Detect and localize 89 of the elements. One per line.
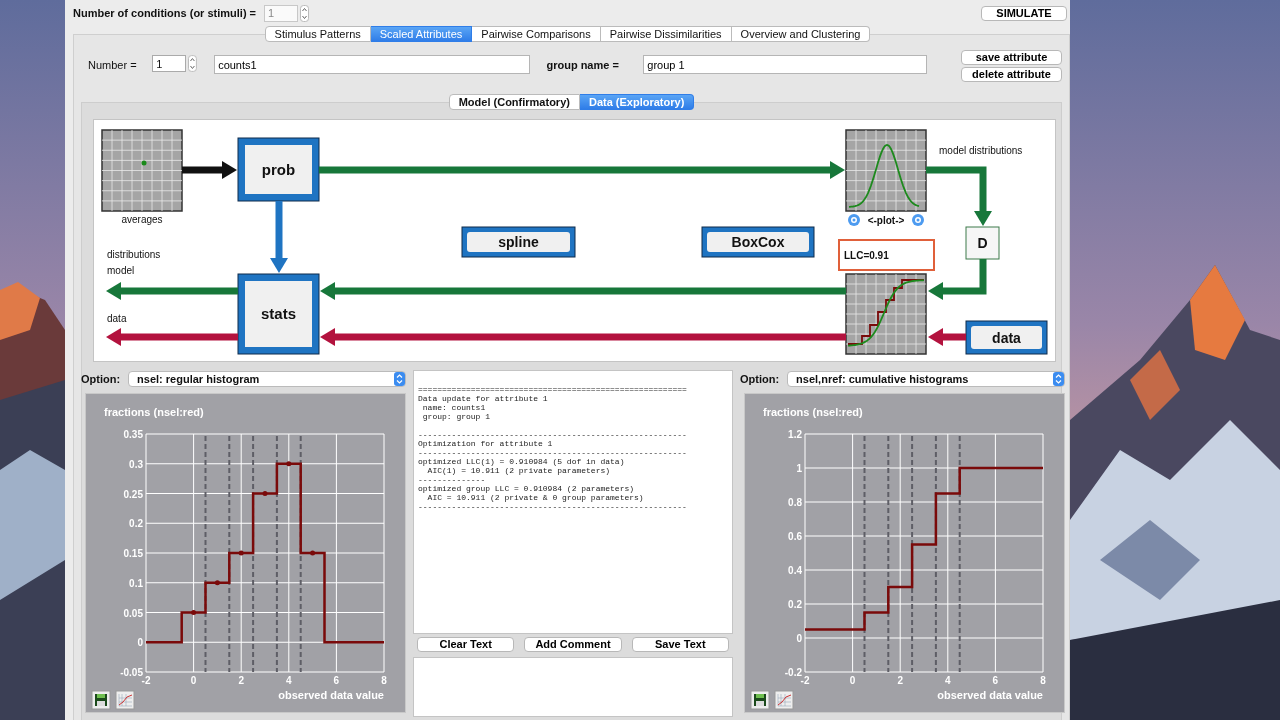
conditions-input[interactable]: 1	[264, 4, 299, 22]
axis-tick-label: 2	[897, 675, 903, 686]
axis-tick-label: 0.2	[788, 599, 802, 610]
tab[interactable]: Pairwise Comparisons	[472, 26, 601, 42]
data-button[interactable]: data	[965, 320, 1048, 355]
group-name-field[interactable]: group 1	[643, 55, 927, 74]
chart-title: fractions (nsel:red)	[763, 406, 863, 418]
axis-tick-label: 0	[190, 675, 197, 686]
axis-tick-label: 8	[1040, 675, 1046, 686]
llc-field: LLC=0.91	[838, 239, 935, 271]
log-button[interactable]: Save Text	[631, 637, 729, 652]
comment-field[interactable]	[413, 657, 733, 717]
axis-tick-label: -0.2	[784, 667, 802, 678]
option-select[interactable]: nsel: regular histogram	[128, 371, 406, 387]
axis-tick-label: -2	[800, 675, 810, 686]
log-output: ======================================================== Data update for attribute 1 name: counts1 group: group 1 -------------------------------------------------------- Optimization for attribute 1 -------------------------------------------------------- optimized LLC(1) = 0.910984 (5 dof in data) AIC(1) = 10.911 (2 private parameters) -------------- optimized group LLC = 0.910984 (2 parameters) AIC = 10.911 (2 private & 0 group parameters) --------------------------------------------------------	[413, 370, 733, 634]
arrow	[928, 328, 966, 346]
axis-tick-label: -0.05	[120, 667, 143, 678]
axis-tick-label: 6	[992, 675, 999, 686]
axis-tick-label: 0.05	[123, 607, 143, 619]
option-label: Option:	[740, 371, 780, 387]
arrow	[928, 259, 987, 300]
axis-tick-label: 0	[796, 633, 802, 644]
axis-tick-label: 0.15	[123, 548, 143, 559]
arrow	[926, 166, 992, 226]
tab[interactable]: Overview and Clustering	[731, 26, 871, 42]
axis-label: observed data value	[278, 689, 384, 701]
data-point	[286, 461, 292, 467]
flow-label: data	[107, 313, 127, 324]
save-icon[interactable]	[750, 690, 770, 710]
axis-tick-label: 6	[333, 675, 340, 686]
option-select[interactable]: nsel,nref: cumulative histograms	[787, 371, 1065, 387]
axis-label: observed data value	[937, 689, 1043, 701]
plot-toggle-button[interactable]	[848, 214, 860, 226]
stats-node: stats	[237, 273, 320, 355]
prob-node: prob	[237, 137, 320, 202]
flow-label: model	[107, 265, 135, 276]
axis-tick-label: 0	[849, 675, 856, 686]
attribute-name-field[interactable]: counts1	[214, 55, 531, 74]
axis-tick-label: 4	[286, 675, 292, 686]
axis-tick-label: 0.2	[129, 518, 143, 530]
option-label: Option:	[81, 371, 121, 387]
axis-tick-label: 1.2	[788, 429, 802, 440]
axis-tick-label: -2	[141, 675, 151, 686]
log-button[interactable]: Add Comment	[524, 637, 622, 652]
arrow	[182, 161, 237, 179]
stepper-icon[interactable]	[300, 4, 310, 22]
group-name-label: group name =	[546, 58, 620, 73]
conditions-label: Number of conditions (or stimuli) =	[73, 5, 257, 21]
attribute-button[interactable]: delete attribute	[961, 67, 1062, 82]
axis-tick-label: 0.1	[129, 577, 143, 589]
data-point	[238, 550, 244, 556]
axis-tick-label: 1	[796, 463, 802, 474]
dropdown-icon	[394, 372, 405, 386]
axis-tick-label: 2	[238, 675, 244, 686]
boxcox-button[interactable]: BoxCox	[701, 226, 815, 258]
data-point	[214, 580, 220, 586]
axis-tick-label: 0.8	[788, 497, 802, 508]
tab[interactable]: Stimulus Patterns	[264, 26, 371, 42]
arrow	[270, 201, 288, 273]
spline-button[interactable]: spline	[461, 226, 576, 258]
axis-tick-label: 0.35	[123, 429, 143, 440]
number-input[interactable]: 1	[152, 55, 187, 72]
axis-tick-label: 8	[381, 675, 387, 686]
tab[interactable]: Pairwise Dissimilarities	[600, 26, 732, 42]
axis-tick-label: 0	[137, 637, 143, 649]
chart-title: fractions (nsel:red)	[104, 406, 204, 418]
save-icon[interactable]	[91, 690, 111, 710]
log-button[interactable]: Clear Text	[417, 637, 515, 652]
simulate-button[interactable]: SIMULATE	[981, 5, 1067, 21]
data-point	[262, 491, 268, 496]
data-point	[310, 550, 316, 556]
axis-tick-label: 0.4	[788, 565, 802, 576]
axis-tick-label: 4	[945, 675, 951, 686]
d-node: D	[965, 226, 1000, 260]
axis-tick-label: 0.6	[788, 531, 802, 542]
plot-toggle-button[interactable]	[912, 214, 924, 226]
axis-tick-label: 0.25	[123, 488, 143, 500]
flow-label: distributions	[107, 249, 161, 260]
plot-toggle-label: <-plot->	[867, 215, 905, 226]
data-point	[191, 610, 197, 615]
stepper-icon[interactable]	[188, 55, 198, 72]
averages-label: averages	[121, 214, 163, 225]
number-label: Number =	[88, 58, 138, 73]
attribute-button[interactable]: save attribute	[961, 50, 1062, 65]
axis-tick-label: 0.3	[129, 458, 143, 470]
dropdown-icon	[1053, 372, 1064, 386]
model-distributions-label: model distributions	[939, 145, 1023, 156]
tab[interactable]: Model (Confirmatory)	[448, 94, 580, 110]
